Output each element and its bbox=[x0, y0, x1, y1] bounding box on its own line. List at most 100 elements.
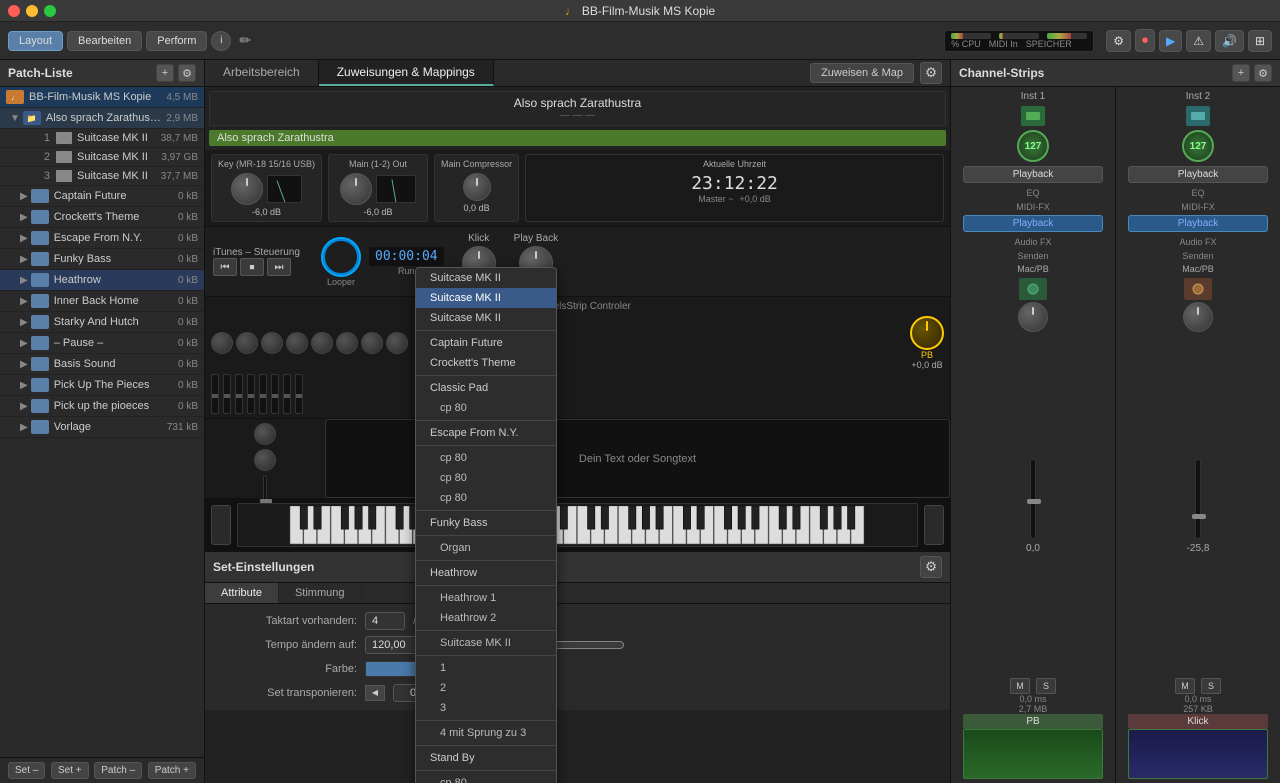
cs-knob-6[interactable] bbox=[336, 332, 358, 354]
patch-settings-button[interactable]: ⚙ bbox=[178, 64, 196, 82]
popup-item[interactable]: 4 mit Sprung zu 3 bbox=[416, 723, 556, 743]
keyboard-strip[interactable] bbox=[237, 503, 918, 547]
list-item[interactable]: 3 Suitcase MK II 37,7 MB bbox=[0, 167, 204, 186]
center-gear-button[interactable]: ⚙ bbox=[920, 62, 942, 84]
tab-stimmung[interactable]: Stimmung bbox=[279, 583, 362, 603]
highlighted-patch-entry[interactable]: Also sprach Zarathustra bbox=[209, 130, 946, 146]
ch2-playback-active-btn[interactable]: Playback bbox=[1128, 215, 1268, 232]
list-item[interactable]: 2 Suitcase MK II 3,97 GB bbox=[0, 148, 204, 167]
close-button[interactable] bbox=[8, 5, 20, 17]
ch2-main-knob[interactable] bbox=[1183, 302, 1213, 332]
tab-attribute[interactable]: Attribute bbox=[205, 583, 279, 603]
perf-knob-2[interactable] bbox=[254, 449, 276, 471]
popup-item[interactable]: Heathrow bbox=[416, 563, 556, 583]
cs-fader-7[interactable] bbox=[283, 374, 291, 414]
play-button[interactable]: ▶ bbox=[1159, 30, 1182, 52]
perform-button[interactable]: Perform bbox=[146, 31, 207, 51]
cs-fader-3[interactable] bbox=[235, 374, 243, 414]
ch1-fader-track[interactable] bbox=[1030, 459, 1036, 539]
cs-knob-4[interactable] bbox=[286, 332, 308, 354]
se-gear-button[interactable]: ⚙ bbox=[920, 556, 942, 578]
rp-add-button[interactable]: + bbox=[1232, 64, 1250, 82]
list-item[interactable]: ▶ Pick up the pioeces 0 kB bbox=[0, 396, 204, 417]
audio-button[interactable]: 🔊 bbox=[1215, 30, 1244, 52]
tab-arbeitsbereich[interactable]: Arbeitsbereich bbox=[205, 60, 319, 86]
set-plus-button[interactable]: Set + bbox=[51, 762, 89, 779]
info-button[interactable]: i bbox=[211, 31, 231, 51]
list-item[interactable]: ▶ Crockett's Theme 0 kB bbox=[0, 207, 204, 228]
list-item[interactable]: ▶ Captain Future 0 kB bbox=[0, 186, 204, 207]
cs-knob-8[interactable] bbox=[386, 332, 408, 354]
popup-item[interactable]: Crockett's Theme bbox=[416, 353, 556, 373]
main-knob[interactable] bbox=[340, 173, 372, 205]
rp-gear-button[interactable]: ⚙ bbox=[1254, 64, 1272, 82]
popup-item[interactable]: Suitcase MK II bbox=[416, 633, 556, 653]
layout-button[interactable]: Layout bbox=[8, 31, 63, 51]
cs-fader-8[interactable] bbox=[295, 374, 303, 414]
patch-add-button[interactable]: + bbox=[156, 64, 174, 82]
popup-item[interactable]: Suitcase MK II bbox=[416, 308, 556, 328]
bearbeiten-button[interactable]: Bearbeiten bbox=[67, 31, 142, 51]
ch1-main-knob[interactable] bbox=[1018, 302, 1048, 332]
pb-knob[interactable] bbox=[910, 316, 944, 350]
cs-knob-7[interactable] bbox=[361, 332, 383, 354]
popup-item[interactable]: Organ bbox=[416, 538, 556, 558]
cs-knob-3[interactable] bbox=[261, 332, 283, 354]
popup-item[interactable]: cp 80 bbox=[416, 448, 556, 468]
list-item[interactable]: ▶ Vorlage 731 kB bbox=[0, 417, 204, 438]
warning-button[interactable]: ⚠ bbox=[1186, 30, 1211, 52]
fullscreen-button[interactable] bbox=[44, 5, 56, 17]
set-minus-button[interactable]: Set – bbox=[8, 762, 45, 779]
cs-fader-4[interactable] bbox=[247, 374, 255, 414]
patch-minus-button[interactable]: Patch – bbox=[94, 762, 142, 779]
popup-item-selected[interactable]: Suitcase MK II bbox=[416, 288, 556, 308]
settings-button[interactable]: ⚙ bbox=[1106, 30, 1131, 52]
list-item[interactable]: ▶ Inner Back Home 0 kB bbox=[0, 291, 204, 312]
list-item[interactable]: ▶ Starky And Hutch 0 kB bbox=[0, 312, 204, 333]
popup-item[interactable]: Suitcase MK II bbox=[416, 268, 556, 288]
popup-item[interactable]: Captain Future bbox=[416, 333, 556, 353]
popup-item[interactable]: Classic Pad bbox=[416, 378, 556, 398]
cs-fader-6[interactable] bbox=[271, 374, 279, 414]
perf-knob-1[interactable] bbox=[254, 423, 276, 445]
list-item[interactable]: ▶ Pick Up The Pieces 0 kB bbox=[0, 375, 204, 396]
list-item-heathrow[interactable]: ▶ Heathrow 0 kB bbox=[0, 270, 204, 291]
comp-knob[interactable] bbox=[463, 173, 491, 201]
cs-fader-5[interactable] bbox=[259, 374, 267, 414]
popup-item[interactable]: Heathrow 2 bbox=[416, 608, 556, 628]
pitch-wheel[interactable] bbox=[211, 505, 231, 545]
minimize-button[interactable] bbox=[26, 5, 38, 17]
ch1-playback-active-btn[interactable]: Playback bbox=[963, 215, 1103, 232]
list-item-basis-sound[interactable]: ▶ Basis Sound 0 kB bbox=[0, 354, 204, 375]
key-knob[interactable] bbox=[231, 173, 263, 205]
ch2-playback-btn[interactable]: Playback bbox=[1128, 166, 1268, 183]
stop-button[interactable]: ⏹ bbox=[240, 258, 264, 276]
assign-button[interactable]: Zuweisen & Map bbox=[810, 63, 914, 83]
popup-item[interactable]: Heathrow 1 bbox=[416, 588, 556, 608]
list-item[interactable]: ▶ Escape From N.Y. 0 kB bbox=[0, 228, 204, 249]
ch1-m-button[interactable]: M bbox=[1010, 678, 1030, 694]
popup-item[interactable]: 2 bbox=[416, 678, 556, 698]
cs-knob-2[interactable] bbox=[236, 332, 258, 354]
forward-button[interactable]: ⏭ bbox=[267, 258, 291, 276]
list-item[interactable]: ▶ – Pause – 0 kB bbox=[0, 333, 204, 354]
popup-item[interactable]: 1 bbox=[416, 658, 556, 678]
ch1-s-button[interactable]: S bbox=[1036, 678, 1056, 694]
ch2-fader-track[interactable] bbox=[1195, 459, 1201, 539]
mod-wheel[interactable] bbox=[924, 505, 944, 545]
popup-item[interactable]: cp 80 bbox=[416, 468, 556, 488]
cs-fader-1[interactable] bbox=[211, 374, 219, 414]
popup-item[interactable]: 3 bbox=[416, 698, 556, 718]
popup-item[interactable]: cp 80 bbox=[416, 488, 556, 508]
cs-knob-5[interactable] bbox=[311, 332, 333, 354]
cs-knob-1[interactable] bbox=[211, 332, 233, 354]
list-item[interactable]: 1 Suitcase MK II 38,7 MB bbox=[0, 129, 204, 148]
popup-item[interactable]: Escape From N.Y. bbox=[416, 423, 556, 443]
transpose-minus[interactable]: ◀ bbox=[365, 685, 385, 701]
eq-button[interactable]: ⊞ bbox=[1248, 30, 1272, 52]
ch2-m-button[interactable]: M bbox=[1175, 678, 1195, 694]
popup-item[interactable]: Funky Bass bbox=[416, 513, 556, 533]
popup-item[interactable]: cp 80 bbox=[416, 773, 556, 783]
list-item[interactable]: ▼ 📁 Also sprach Zarathustra 2,9 MB bbox=[0, 108, 204, 129]
cs-fader-2[interactable] bbox=[223, 374, 231, 414]
